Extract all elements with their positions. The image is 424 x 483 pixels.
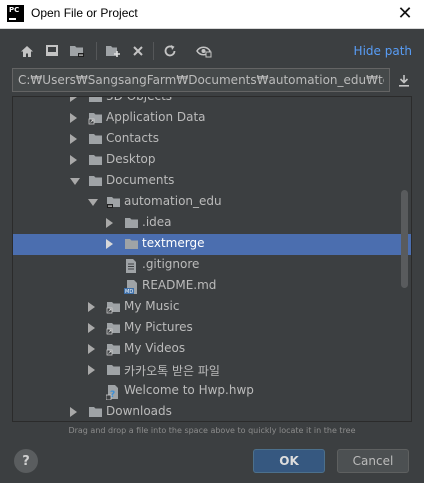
expand-arrow-icon[interactable] bbox=[70, 155, 77, 165]
tree-row-downloads[interactable]: Downloads bbox=[13, 402, 411, 421]
tree-row-label: Desktop bbox=[106, 152, 156, 166]
expand-arrow-icon[interactable] bbox=[70, 97, 77, 102]
folder-link-icon bbox=[106, 300, 122, 314]
expand-arrow-icon[interactable] bbox=[106, 218, 113, 228]
folder-icon bbox=[88, 132, 104, 146]
tree-row-label: My Videos bbox=[124, 341, 186, 355]
folder-icon bbox=[124, 216, 140, 230]
drag-drop-hint: Drag and drop a file into the space abov… bbox=[68, 426, 356, 435]
tree-row-label: Welcome to Hwp.hwp bbox=[124, 383, 254, 397]
hide-path-link[interactable]: Hide path bbox=[354, 44, 412, 58]
expand-arrow-icon[interactable] bbox=[70, 134, 77, 144]
desktop-icon[interactable] bbox=[43, 42, 61, 60]
folder-project-icon bbox=[106, 195, 122, 209]
tree-row-label: 카카오톡 받은 파일 bbox=[124, 364, 220, 378]
tree-row-label: .gitignore bbox=[142, 257, 200, 271]
expand-arrow-icon[interactable] bbox=[70, 113, 77, 123]
close-button[interactable]: ✕ bbox=[396, 5, 414, 23]
tree-row-label: textmerge bbox=[142, 236, 205, 250]
tree-row-application-data[interactable]: Application Data bbox=[13, 108, 411, 129]
cancel-button[interactable]: Cancel bbox=[337, 449, 409, 473]
toolbar: Hide path bbox=[0, 38, 424, 64]
expand-arrow-icon[interactable] bbox=[88, 302, 95, 312]
tree-row-label: automation_edu bbox=[124, 194, 222, 208]
expand-arrow-icon[interactable] bbox=[106, 239, 113, 249]
tree-row-readme-md[interactable]: MD README.md bbox=[13, 276, 411, 297]
path-field[interactable] bbox=[12, 68, 390, 92]
tree-row-contacts[interactable]: Contacts bbox=[13, 129, 411, 150]
folder-link-icon bbox=[106, 342, 122, 356]
folder-icon bbox=[88, 405, 104, 419]
tree-row-item[interactable]: 카카오톡 받은 파일 bbox=[13, 360, 411, 381]
file-unknown-icon: ? bbox=[105, 384, 122, 401]
tree-row-textmerge[interactable]: textmerge bbox=[13, 234, 411, 255]
tree-row-my-pictures[interactable]: My Pictures bbox=[13, 318, 411, 339]
tree-row-gitignore[interactable]: .gitignore bbox=[13, 255, 411, 276]
expand-arrow-icon[interactable] bbox=[88, 344, 95, 354]
tree-row-label: .idea bbox=[142, 215, 172, 229]
tree-row-label: My Pictures bbox=[124, 320, 193, 334]
folder-icon bbox=[106, 363, 122, 377]
folder-link-icon bbox=[88, 111, 104, 125]
window-title: Open File or Project bbox=[31, 6, 138, 20]
show-hidden-icon[interactable] bbox=[195, 42, 213, 60]
tree-row-desktop[interactable]: Desktop bbox=[13, 150, 411, 171]
tree-row-label: README.md bbox=[142, 278, 217, 292]
new-folder-icon[interactable] bbox=[104, 42, 122, 60]
tree-row-automation-edu[interactable]: automation_edu bbox=[13, 192, 411, 213]
tree-row-label: Contacts bbox=[106, 131, 159, 145]
tree-scrollbar[interactable] bbox=[401, 190, 408, 288]
folder-icon bbox=[88, 97, 104, 104]
tree-row-documents[interactable]: Documents bbox=[13, 171, 411, 192]
download-icon[interactable] bbox=[395, 71, 413, 89]
toolbar-separator bbox=[153, 42, 154, 60]
expand-arrow-icon[interactable] bbox=[70, 407, 77, 417]
folder-link-icon bbox=[106, 321, 122, 335]
path-input[interactable] bbox=[13, 69, 389, 91]
folder-icon bbox=[88, 174, 104, 188]
tree-row-idea[interactable]: .idea bbox=[13, 213, 411, 234]
delete-icon[interactable] bbox=[129, 42, 147, 60]
collapse-arrow-icon[interactable] bbox=[70, 178, 80, 185]
tree-row-3d-objects[interactable]: 3D Objects bbox=[13, 96, 411, 108]
tree-row-label: 3D Objects bbox=[106, 96, 173, 103]
title-bar: PC Open File or Project ✕ bbox=[0, 0, 424, 29]
tree-row-my-videos[interactable]: My Videos bbox=[13, 339, 411, 360]
folder-icon bbox=[124, 237, 140, 251]
tree-row-welcome-to-hwp-hwp[interactable]: ? Welcome to Hwp.hwp bbox=[13, 381, 411, 402]
folder-icon bbox=[88, 153, 104, 167]
tree-row-my-music[interactable]: My Music bbox=[13, 297, 411, 318]
home-icon[interactable] bbox=[18, 42, 36, 60]
toolbar-separator bbox=[96, 42, 97, 60]
pycharm-app-icon: PC bbox=[7, 5, 24, 22]
file-md-icon: MD bbox=[124, 279, 140, 295]
ok-button[interactable]: OK bbox=[253, 449, 325, 473]
file-text-icon bbox=[124, 258, 140, 273]
collapse-arrow-icon[interactable] bbox=[88, 199, 98, 206]
app-icon-text: PC bbox=[9, 6, 20, 14]
tree-row-label: My Music bbox=[124, 299, 180, 313]
tree-row-label: Documents bbox=[106, 173, 175, 187]
project-folder-icon[interactable] bbox=[68, 42, 86, 60]
tree-row-label: Application Data bbox=[106, 110, 206, 124]
svg-text:MD: MD bbox=[125, 289, 133, 295]
expand-arrow-icon[interactable] bbox=[88, 323, 95, 333]
tree-row-label: Downloads bbox=[106, 404, 172, 418]
help-button[interactable]: ? bbox=[14, 449, 38, 473]
refresh-icon[interactable] bbox=[161, 42, 179, 60]
file-tree[interactable]: 3D Objects Application Data Contacts Deskto… bbox=[12, 96, 412, 422]
expand-arrow-icon[interactable] bbox=[88, 365, 95, 375]
